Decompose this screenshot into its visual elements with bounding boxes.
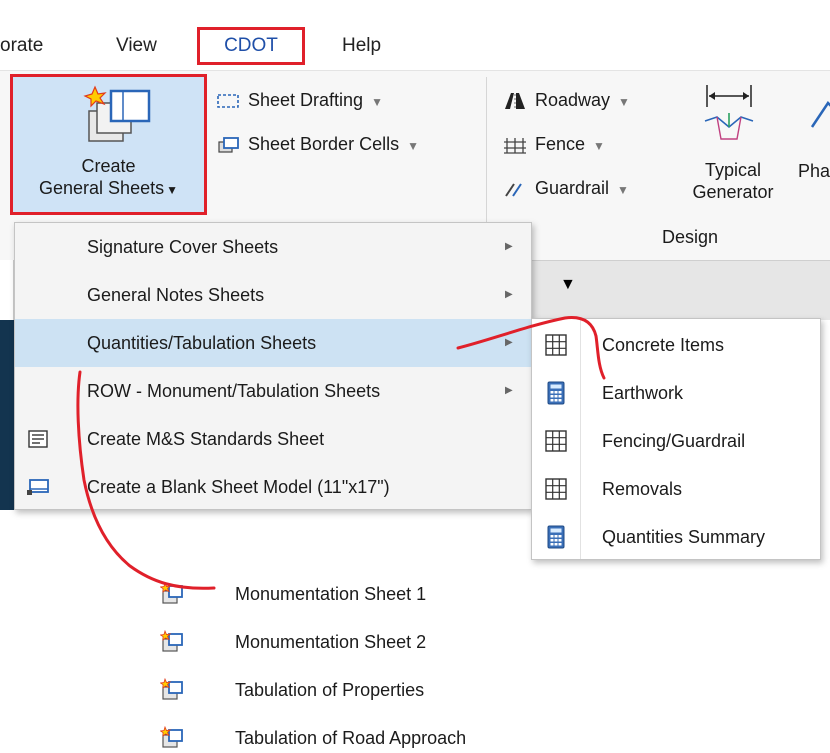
- create-sheet-icon: [160, 582, 183, 604]
- chevron-right-icon: ▶: [505, 337, 513, 348]
- table-grid-icon: [545, 430, 567, 452]
- menu-item-create-ms-standards-sheet[interactable]: Create M&S Standards Sheet: [15, 415, 531, 463]
- menu-item-label: ROW - Monument/Tabulation Sheets: [87, 381, 381, 401]
- chevron-down-icon: ▼: [617, 183, 629, 197]
- typical-generator-label-line2: Generator: [692, 182, 774, 202]
- tab-help[interactable]: Help: [342, 22, 381, 70]
- left-panel-edge: [0, 260, 14, 320]
- tab-cdot[interactable]: CDOT: [197, 22, 305, 70]
- tab-view[interactable]: View: [116, 22, 157, 70]
- create-sheet-icon: [160, 630, 183, 652]
- sheet-drafting-button[interactable]: Sheet Drafting ▼: [216, 82, 383, 118]
- menu-item-signature-cover-sheets[interactable]: Signature Cover Sheets ▶: [15, 223, 531, 271]
- submenu-item-quantities-summary[interactable]: Quantities Summary: [532, 513, 820, 561]
- tab-corporate[interactable]: orate: [0, 22, 43, 70]
- menu-item-label: General Notes Sheets: [87, 285, 265, 305]
- submenu-item-label: Removals: [602, 479, 683, 499]
- house-icon[interactable]: [810, 87, 830, 137]
- menu-item-general-notes-sheets[interactable]: General Notes Sheets ▶: [15, 271, 531, 319]
- submenu-item-label: Fencing/Guardrail: [602, 431, 746, 451]
- typical-generator-label-line1: Typical: [704, 160, 762, 180]
- create-label-line2: General Sheets ▼: [39, 178, 178, 198]
- chevron-down-icon: ▼: [593, 139, 605, 153]
- tab-cdot-label: CDOT: [224, 35, 278, 56]
- menu-item-label: Quantities/Tabulation Sheets: [87, 333, 317, 353]
- menu-item-quantities-tabulation-sheets[interactable]: Quantities/Tabulation Sheets ▶: [15, 319, 531, 367]
- table-grid-icon: [545, 334, 567, 356]
- chevron-right-icon: ▶: [505, 385, 513, 396]
- guardrail-icon: [505, 183, 522, 197]
- fence-icon: [504, 138, 526, 154]
- view-window-edge: [0, 320, 14, 510]
- roadway-icon: [505, 93, 525, 110]
- sheet-border-cells-button[interactable]: Sheet Border Cells ▼: [216, 126, 419, 162]
- submenu-item-earthwork[interactable]: Earthwork: [532, 369, 820, 417]
- chevron-down-icon: ▼: [407, 139, 419, 153]
- group-label-design: Design: [661, 227, 719, 247]
- guardrail-button[interactable]: Guardrail ▼: [503, 170, 629, 206]
- document-list-icon: [28, 430, 48, 448]
- sheet-drafting-icon: [217, 94, 239, 109]
- create-sheets-icon: [83, 85, 151, 142]
- chevron-right-icon: ▶: [505, 289, 513, 300]
- row-item-label: Tabulation of Road Approach: [235, 728, 467, 748]
- quantities-tabulation-submenu: Concrete Items Earthwork Fencing/Guardra…: [531, 318, 821, 560]
- sheet-model-icon: [27, 479, 49, 495]
- menu-item-create-blank-sheet-model[interactable]: Create a Blank Sheet Model (11"x17"): [15, 463, 531, 511]
- dropdown-arrow-icon[interactable]: ▼: [560, 276, 576, 294]
- submenu-item-fencing-guardrail[interactable]: Fencing/Guardrail: [532, 417, 820, 465]
- create-sheet-icon: [160, 678, 183, 700]
- chevron-down-icon: ▼: [166, 183, 178, 197]
- typical-section-icon: [704, 85, 754, 140]
- submenu-item-label: Quantities Summary: [602, 527, 766, 547]
- create-sheet-icon: [160, 726, 183, 748]
- create-label-line1: Create: [81, 156, 136, 176]
- row-item-label: Tabulation of Properties: [235, 680, 425, 700]
- chevron-right-icon: ▶: [505, 241, 513, 252]
- calculator-icon: [547, 381, 565, 405]
- submenu-item-label: Earthwork: [602, 383, 684, 403]
- menu-item-row-monument-tabulation-sheets[interactable]: ROW - Monument/Tabulation Sheets ▶: [15, 367, 531, 415]
- row-item-label: Monumentation Sheet 1: [235, 584, 427, 604]
- menu-item-label: Signature Cover Sheets: [87, 237, 279, 257]
- create-general-sheets-menu: Signature Cover Sheets ▶ General Notes S…: [14, 222, 532, 510]
- menu-bar: orate View CDOT Help: [0, 22, 830, 70]
- create-general-sheets-button[interactable]: Create General Sheets ▼: [10, 74, 207, 215]
- table-grid-icon: [545, 478, 567, 500]
- typical-generator-button[interactable]: Typical Generator: [683, 71, 783, 221]
- menu-item-label: Create a Blank Sheet Model (11"x17"): [87, 477, 390, 497]
- chevron-down-icon: ▼: [371, 95, 383, 109]
- roadway-button[interactable]: Roadway ▼: [503, 82, 630, 118]
- fence-button[interactable]: Fence ▼: [503, 126, 605, 162]
- submenu-item-removals[interactable]: Removals: [532, 465, 820, 513]
- sheet-border-cells-icon: [218, 137, 239, 153]
- chevron-down-icon: ▼: [618, 95, 630, 109]
- row-item-label: Monumentation Sheet 2: [235, 632, 427, 652]
- menu-item-label: Create M&S Standards Sheet: [87, 429, 325, 449]
- calculator-icon: [547, 525, 565, 549]
- partial-ribbon-label[interactable]: Pha: [798, 161, 830, 182]
- submenu-item-concrete-items[interactable]: Concrete Items: [532, 321, 820, 369]
- submenu-item-label: Concrete Items: [602, 335, 725, 355]
